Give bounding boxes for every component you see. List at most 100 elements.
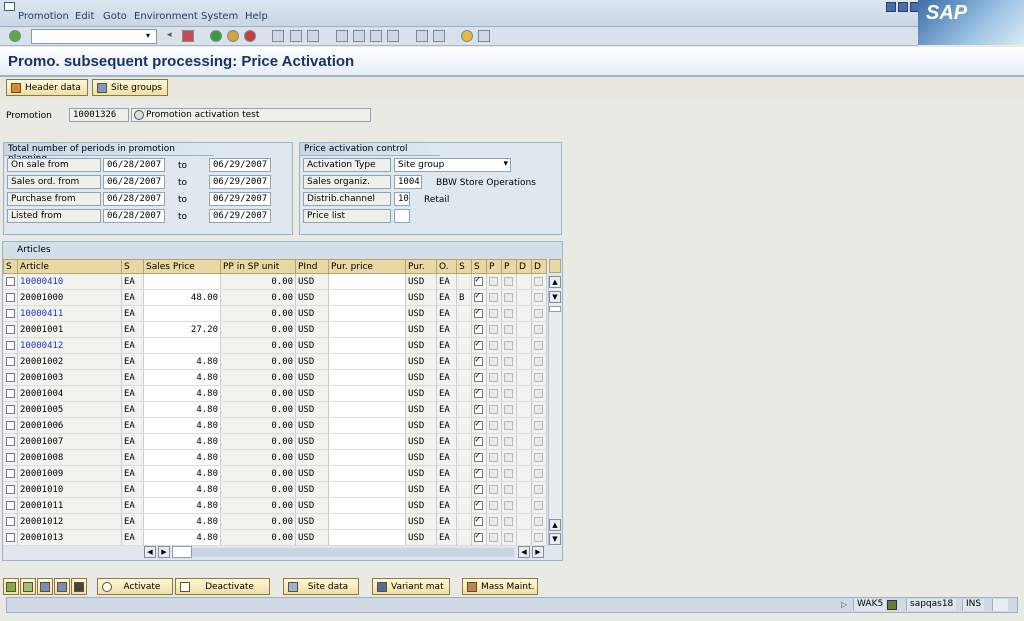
sales-price-cell[interactable]: 4.80 [143, 401, 221, 418]
s-checkbox-cell[interactable] [471, 401, 487, 418]
pur-price-cell[interactable] [328, 305, 406, 322]
s-checkbox-cell[interactable] [471, 449, 487, 466]
table-row[interactable]: 20001001 EA 27.20 0.00 USD USD EA [3, 321, 547, 338]
row-select-checkbox[interactable] [5, 516, 15, 526]
row-selector[interactable] [3, 401, 18, 418]
row-selector[interactable] [3, 481, 18, 498]
distrib-channel-field[interactable]: 10 [394, 192, 410, 206]
period-to-field[interactable]: 06/29/2007 [209, 158, 271, 172]
previous-page-icon[interactable] [353, 30, 365, 42]
row-select-checkbox[interactable] [5, 356, 15, 366]
row-selector[interactable] [3, 417, 18, 434]
activate-checkbox[interactable] [474, 467, 483, 478]
table-row[interactable]: 20001002 EA 4.80 0.00 USD USD EA [3, 353, 547, 370]
row-select-checkbox[interactable] [5, 372, 15, 382]
row-selector[interactable] [3, 385, 18, 402]
pur-price-cell[interactable] [328, 513, 406, 530]
page-up-icon[interactable]: ▼ [549, 291, 561, 303]
row-selector[interactable] [3, 353, 18, 370]
find-next-icon[interactable] [307, 30, 319, 42]
scroll-right-small-icon[interactable]: ▶ [158, 546, 170, 558]
sales-price-cell[interactable]: 4.80 [143, 513, 221, 530]
period-from-field[interactable]: 06/28/2007 [103, 209, 165, 223]
pur-price-cell[interactable] [328, 353, 406, 370]
back-icon[interactable] [210, 30, 222, 42]
column-header[interactable]: PInd [295, 259, 329, 274]
activate-checkbox[interactable] [474, 515, 483, 526]
sales-price-cell[interactable] [143, 305, 221, 322]
row-select-checkbox[interactable] [5, 500, 15, 510]
row-select-checkbox[interactable] [5, 388, 15, 398]
sales-price-cell[interactable]: 4.80 [143, 369, 221, 386]
article-cell[interactable]: 10000412 [17, 337, 122, 354]
sales-price-cell[interactable]: 4.80 [143, 465, 221, 482]
table-row[interactable]: 20001010 EA 4.80 0.00 USD USD EA [3, 481, 547, 498]
hscroll-thumb[interactable] [172, 546, 192, 558]
activate-checkbox[interactable] [474, 435, 483, 446]
s-checkbox-cell[interactable] [471, 529, 487, 546]
deactivate-button[interactable]: Deactivate [175, 578, 270, 595]
hscroll-track[interactable] [192, 548, 514, 557]
table-row[interactable]: 20001004 EA 4.80 0.00 USD USD EA [3, 385, 547, 402]
s-checkbox-cell[interactable] [471, 321, 487, 338]
s-checkbox-cell[interactable] [471, 369, 487, 386]
row-select-checkbox[interactable] [5, 532, 15, 542]
sales-price-cell[interactable]: 48.00 [143, 289, 221, 306]
sales-price-cell[interactable]: 4.80 [143, 529, 221, 546]
sales-price-cell[interactable]: 4.80 [143, 497, 221, 514]
pur-price-cell[interactable] [328, 433, 406, 450]
article-cell[interactable]: 10000410 [17, 273, 122, 290]
first-page-icon[interactable] [336, 30, 348, 42]
site-data-button[interactable]: Site data [283, 578, 359, 595]
sales-price-cell[interactable]: 4.80 [143, 353, 221, 370]
column-header[interactable]: PP in SP unit [220, 259, 296, 274]
sales-price-cell[interactable]: 4.80 [143, 385, 221, 402]
row-selector[interactable] [3, 433, 18, 450]
table-row[interactable]: 20001005 EA 4.80 0.00 USD USD EA [3, 401, 547, 418]
select-block-icon[interactable] [37, 578, 53, 595]
menu-promotion[interactable]: Promotion [18, 11, 69, 22]
scroll-right-icon[interactable]: ▶ [532, 546, 544, 558]
row-selector[interactable] [3, 465, 18, 482]
column-header[interactable]: D [516, 259, 532, 274]
menu-goto[interactable]: Goto [103, 11, 127, 22]
scroll-down-icon[interactable]: ▼ [549, 533, 561, 545]
header-data-button[interactable]: Header data [6, 79, 88, 96]
s-checkbox-cell[interactable] [471, 433, 487, 450]
table-row[interactable]: 20001003 EA 4.80 0.00 USD USD EA [3, 369, 547, 386]
activate-checkbox[interactable] [474, 275, 483, 286]
column-header[interactable]: S [471, 259, 487, 274]
deselect-all-icon[interactable] [20, 578, 36, 595]
table-row[interactable]: 20001000 EA 48.00 0.00 USD USD EA B [3, 289, 547, 306]
row-select-checkbox[interactable] [5, 340, 15, 350]
session-info-icon[interactable] [887, 600, 897, 610]
table-row[interactable]: 10000410 EA 0.00 USD USD EA [3, 273, 547, 290]
table-row[interactable]: 20001013 EA 4.80 0.00 USD USD EA [3, 529, 547, 546]
pur-price-cell[interactable] [328, 401, 406, 418]
activate-checkbox[interactable] [474, 531, 483, 542]
s-checkbox-cell[interactable] [471, 353, 487, 370]
row-selector[interactable] [3, 305, 18, 322]
s-checkbox-cell[interactable] [471, 465, 487, 482]
activate-checkbox[interactable] [474, 387, 483, 398]
row-selector[interactable] [3, 337, 18, 354]
minimize-icon[interactable] [886, 2, 896, 12]
collapse-icon[interactable]: ◂ [167, 30, 172, 40]
period-from-field[interactable]: 06/28/2007 [103, 175, 165, 189]
row-select-checkbox[interactable] [5, 436, 15, 446]
activate-checkbox[interactable] [474, 339, 483, 350]
row-selector[interactable] [3, 497, 18, 514]
sales-price-cell[interactable] [143, 273, 221, 290]
promotion-number-field[interactable]: 10001326 [69, 108, 129, 122]
menu-help[interactable]: Help [245, 11, 268, 22]
s-checkbox-cell[interactable] [471, 481, 487, 498]
pur-price-cell[interactable] [328, 481, 406, 498]
row-selector[interactable] [3, 321, 18, 338]
activate-checkbox[interactable] [474, 483, 483, 494]
sales-price-cell[interactable]: 4.80 [143, 433, 221, 450]
row-select-checkbox[interactable] [5, 420, 15, 430]
enter-icon[interactable] [9, 30, 21, 42]
row-select-checkbox[interactable] [5, 468, 15, 478]
layout-menu-icon[interactable] [478, 30, 490, 42]
horizontal-scrollbar[interactable]: ◀ ▶ ◀ ▶ [140, 546, 546, 559]
